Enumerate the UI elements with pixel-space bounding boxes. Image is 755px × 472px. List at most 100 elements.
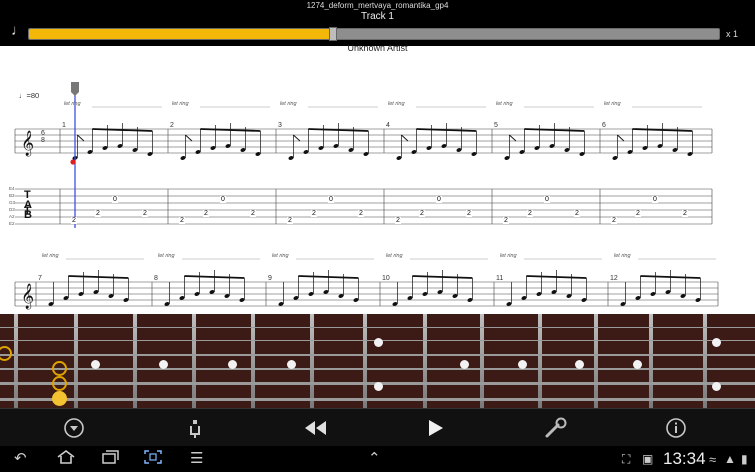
android-navigation-bar: ↶ ☰ ⌃ ⛶ ▣ 13:34 ≈ ▲ ▮ <box>0 446 755 472</box>
wifi-icon: ≈ <box>709 452 717 467</box>
menu-down-icon[interactable] <box>44 409 104 447</box>
chevron-up-icon[interactable]: ⌃ <box>368 449 381 467</box>
guitar-string[interactable] <box>0 368 755 370</box>
tab-player-app: 1274_deform_mertvaya_romantika_gp4 Track… <box>0 0 755 472</box>
progress-fill <box>29 29 333 39</box>
let-ring-marking: let ring <box>388 101 405 107</box>
fret-inlay-dot <box>633 360 642 369</box>
fret-inlay-dot <box>287 360 296 369</box>
home-icon[interactable] <box>56 449 76 469</box>
track-title[interactable]: Track 1 <box>0 11 755 22</box>
progress-thumb[interactable] <box>328 27 337 41</box>
tab-fret-number: 2 <box>179 217 185 224</box>
bar-number: 8 <box>154 275 158 282</box>
bar-number: 6 <box>602 122 606 129</box>
fretted-note-marker <box>52 376 67 391</box>
tab-fret-number: 2 <box>611 217 617 224</box>
tab-fret-number: 2 <box>71 217 77 224</box>
time-signature-bottom: 8 <box>41 137 45 144</box>
string-name: E2 <box>9 221 15 226</box>
note-beam <box>308 128 369 132</box>
tab-fret-number: 2 <box>419 210 425 217</box>
note-beam <box>298 275 359 279</box>
guitar-string[interactable] <box>0 354 755 356</box>
fret-wire <box>14 314 18 408</box>
guitar-string[interactable] <box>0 327 755 328</box>
fret-inlay-dot <box>228 360 237 369</box>
fret-wire <box>538 314 542 408</box>
playback-progress-bar[interactable] <box>28 27 720 41</box>
bar-number: 11 <box>496 275 504 282</box>
gallery-icon: ▣ <box>642 452 654 466</box>
fretboard[interactable] <box>0 314 755 408</box>
bar-number: 5 <box>494 122 498 129</box>
note-beam <box>92 128 153 132</box>
fret-inlay-dot <box>575 360 584 369</box>
playback-speed[interactable]: x 1 <box>726 29 738 39</box>
rewind-icon[interactable] <box>285 409 345 447</box>
note-flag <box>185 134 193 142</box>
settings-wrench-icon[interactable] <box>526 409 586 447</box>
tab-fret-number: 0 <box>436 196 442 203</box>
fret-wire <box>423 314 427 408</box>
let-ring-marking: let ring <box>386 253 403 259</box>
fret-wire <box>363 314 367 408</box>
status-clock: 13:34 <box>663 449 706 468</box>
let-ring-marking: let ring <box>496 101 513 107</box>
let-ring-marking: let ring <box>280 101 297 107</box>
tab-fret-number: 2 <box>503 217 509 224</box>
tab-fret-number: 2 <box>466 210 472 217</box>
active-fretted-note <box>52 391 67 406</box>
string-name: D3 <box>9 207 15 212</box>
fret-wire <box>649 314 653 408</box>
tab-fret-number: 2 <box>395 217 401 224</box>
time-signature-top: 6 <box>41 130 45 137</box>
screenshot-icon[interactable] <box>143 449 163 469</box>
note-beam <box>526 275 587 279</box>
fret-wire <box>74 314 78 408</box>
fret-wire <box>594 314 598 408</box>
tab-fret-number: 0 <box>112 196 118 203</box>
let-ring-marking: let ring <box>500 253 517 259</box>
bar-number: 7 <box>38 275 42 282</box>
fret-inlay-dot <box>159 360 168 369</box>
note-flag <box>509 134 517 142</box>
guitar-string[interactable] <box>0 398 755 401</box>
note-flag <box>293 134 301 142</box>
fret-inlay-dot <box>460 360 469 369</box>
fret-wire <box>133 314 137 408</box>
cursor-handle[interactable] <box>71 82 79 96</box>
fret-inlay-dot <box>712 382 721 391</box>
menu-icon[interactable]: ☰ <box>190 449 203 467</box>
let-ring-marking: let ring <box>158 253 175 259</box>
tablature-score[interactable]: Unknown Artist 𝄞 T T A B 𝄞 ♩=80 6 8 E4 B3 G3 D3 A2 E2… <box>0 43 755 314</box>
info-icon[interactable] <box>646 409 706 447</box>
string-name: B3 <box>9 193 15 198</box>
music-note-icon[interactable]: ♩ <box>11 23 26 39</box>
fret-wire <box>310 314 314 408</box>
player-toolbar <box>0 408 755 446</box>
play-icon[interactable] <box>405 409 465 447</box>
fretted-note-marker <box>0 346 12 361</box>
bar-number: 9 <box>268 275 272 282</box>
note-beam <box>632 128 693 132</box>
bar-number: 10 <box>382 275 390 282</box>
note-beam <box>68 275 129 279</box>
tab-fret-number: 0 <box>328 196 334 203</box>
recent-apps-icon[interactable] <box>100 449 120 469</box>
fret-inlay-dot <box>374 338 383 347</box>
fretted-note-marker <box>52 361 67 376</box>
string-name: A2 <box>9 214 15 219</box>
note-beam <box>412 275 473 279</box>
tuner-fork-icon[interactable] <box>165 409 225 447</box>
fret-inlay-dot <box>518 360 527 369</box>
battery-icon: ▮ <box>741 452 748 466</box>
bar-number: 3 <box>278 122 282 129</box>
fret-inlay-dot <box>374 382 383 391</box>
fret-inlay-dot <box>91 360 100 369</box>
tab-fret-number: 2 <box>574 210 580 217</box>
back-icon[interactable]: ↶ <box>14 449 27 467</box>
bar-number: 12 <box>610 275 618 282</box>
song-filename: 1274_deform_mertvaya_romantika_gp4 <box>306 1 449 10</box>
note-flag <box>77 134 85 142</box>
